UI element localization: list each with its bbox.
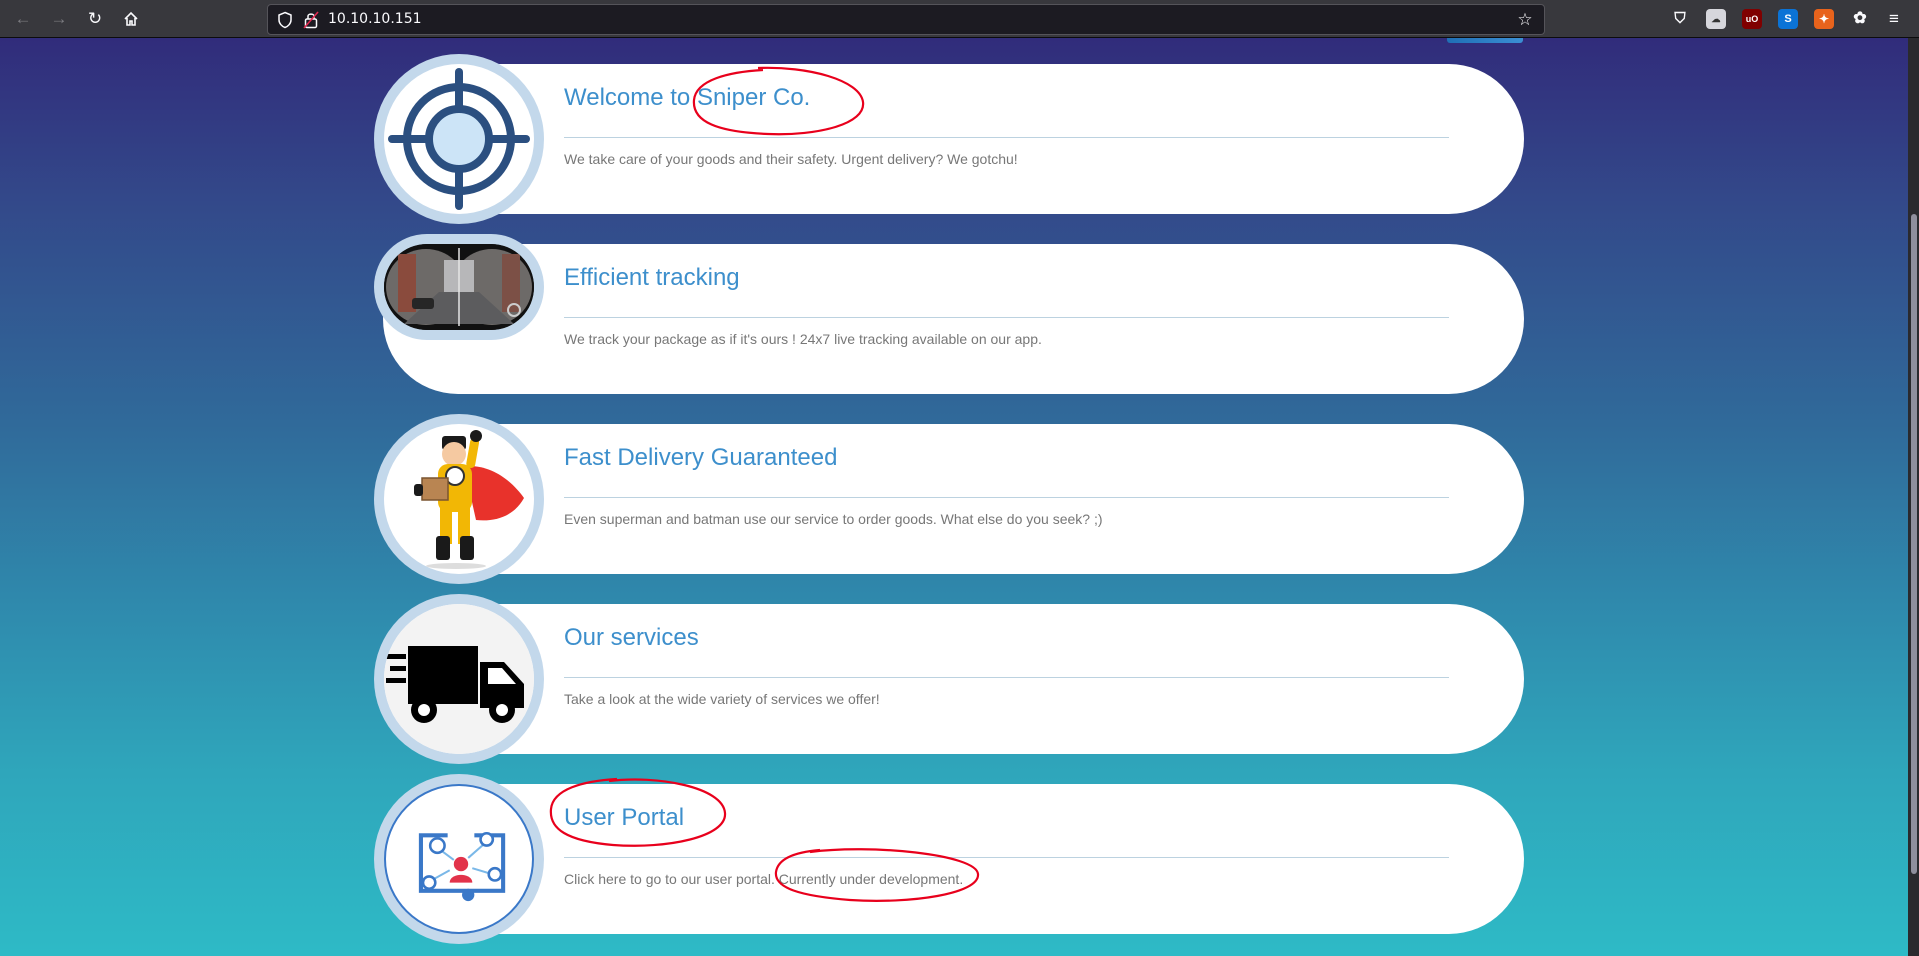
user-network-icon — [418, 831, 506, 902]
user-portal-card[interactable]: User Portal Click here to go to our user… — [383, 784, 1524, 934]
fast-delivery-text: Even superman and batman use our service… — [564, 511, 1103, 527]
fast-delivery-title: Fast Delivery Guaranteed — [564, 444, 838, 471]
crosshair-icon-frame — [374, 54, 544, 224]
company-name: Sniper Co. — [696, 84, 811, 111]
tracking-card[interactable]: Efficient tracking We track your package… — [383, 244, 1524, 394]
url-text[interactable]: 10.10.10.151 — [328, 11, 422, 27]
forward-arrow-icon: → — [50, 9, 68, 28]
divider — [564, 857, 1449, 858]
superhero-delivery-icon — [414, 430, 524, 569]
welcome-title: Welcome to Sniper Co. — [564, 84, 810, 112]
delivery-truck-icon — [384, 604, 534, 754]
ublock-icon[interactable]: uO — [1742, 9, 1762, 29]
pocket-icon[interactable]: ⛉ — [1670, 9, 1690, 29]
divider — [564, 677, 1449, 678]
s-extension-icon[interactable]: S — [1778, 9, 1798, 29]
home-button[interactable] — [119, 7, 143, 31]
page-content: Welcome to Sniper Co. We take care of yo… — [0, 38, 1908, 956]
back-button[interactable]: ← — [11, 7, 35, 31]
tracking-text: We track your package as if it's ours ! … — [564, 331, 1042, 347]
crosshair-icon — [388, 68, 530, 210]
superhero-icon-frame — [374, 414, 544, 584]
binocular-icon-frame — [374, 234, 544, 340]
user-portal-title: User Portal — [564, 804, 685, 831]
user-portal-text: Click here to go to our user portal. Cur… — [564, 871, 963, 887]
user-portal-icon-frame — [374, 774, 544, 944]
reload-button[interactable]: ↻ — [83, 7, 107, 31]
divider — [564, 317, 1449, 318]
development-status: Currently under development. — [778, 871, 964, 887]
welcome-title-prefix: Welcome to — [564, 84, 697, 111]
tracking-protection-shield-icon[interactable] — [276, 11, 294, 29]
menu-icon[interactable]: ≡ — [1884, 9, 1904, 29]
nav-indicator — [1447, 38, 1523, 43]
welcome-card: Welcome to Sniper Co. We take care of yo… — [383, 64, 1524, 214]
services-title: Our services — [564, 624, 699, 651]
back-arrow-icon: ← — [14, 9, 32, 28]
browser-toolbar: ← → ↻ 10.10.10.151 ☆ ⛉ ☁ uO S ✦ ✿ ≡ — [0, 0, 1919, 38]
binocular-view-icon — [384, 244, 534, 330]
divider — [564, 137, 1449, 138]
fox-extension-icon[interactable]: ✦ — [1814, 9, 1834, 29]
truck-icon-frame — [374, 594, 544, 764]
home-icon — [124, 11, 138, 26]
address-bar[interactable]: 10.10.10.151 ☆ — [267, 4, 1545, 35]
tracking-title: Efficient tracking — [564, 264, 740, 291]
services-card[interactable]: Our services Take a look at the wide var… — [383, 604, 1524, 754]
reload-icon: ↻ — [87, 9, 103, 28]
divider — [564, 497, 1449, 498]
extension-icon[interactable]: ☁ — [1706, 9, 1726, 29]
cookie-extension-icon[interactable]: ✿ — [1850, 9, 1870, 29]
welcome-text: We take care of your goods and their saf… — [564, 151, 1018, 167]
services-text: Take a look at the wide variety of servi… — [564, 691, 880, 707]
user-portal-text-prefix: Click here to go to our user portal. — [564, 871, 779, 887]
forward-button[interactable]: → — [47, 7, 71, 31]
fast-delivery-card[interactable]: Fast Delivery Guaranteed Even superman a… — [383, 424, 1524, 574]
bookmark-star-icon[interactable]: ☆ — [1514, 9, 1536, 31]
insecure-lock-icon[interactable] — [303, 11, 319, 29]
scrollbar-thumb[interactable] — [1911, 214, 1917, 874]
